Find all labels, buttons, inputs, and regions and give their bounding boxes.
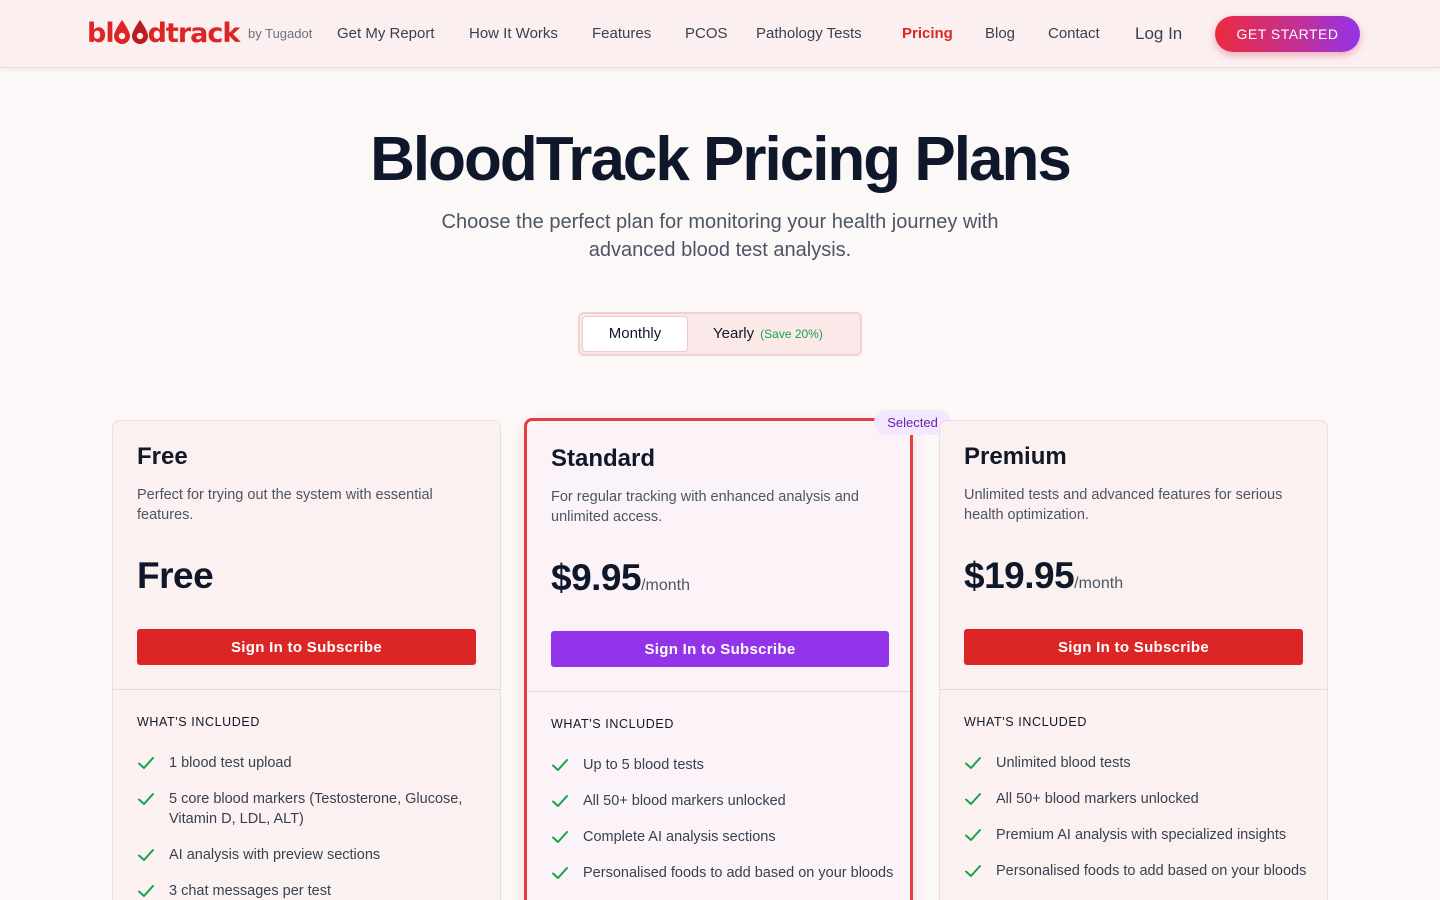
- plan-price: $19.95/month: [964, 555, 1123, 597]
- page-subtitle: Choose the perfect plan for monitoring y…: [441, 211, 999, 261]
- list-item: All 50+ blood markers unlocked: [964, 789, 1309, 809]
- included-heading: WHAT'S INCLUDED: [964, 715, 1087, 729]
- yearly-save-tag: (Save 20%): [760, 327, 823, 341]
- plan-card-premium[interactable]: Premium Unlimited tests and advanced fea…: [939, 420, 1328, 900]
- card-divider: [113, 689, 500, 690]
- feature-list: Unlimited blood tests All 50+ blood mark…: [964, 753, 1309, 897]
- check-icon: [965, 865, 981, 877]
- check-icon: [138, 885, 154, 897]
- nav-link-blog[interactable]: Blog: [985, 25, 1015, 42]
- check-icon: [552, 831, 568, 843]
- check-icon: [138, 757, 154, 769]
- logo-byline: by Tugadot: [248, 26, 313, 41]
- top-navbar: bl dtrack by Tugadot Get My Report How It…: [0, 0, 1440, 68]
- feature-text: Up to 5 blood tests: [583, 757, 704, 773]
- feature-text: Unlimited blood tests: [996, 755, 1131, 771]
- plan-name: Free: [137, 443, 188, 470]
- feature-text: All 50+ blood markers unlocked: [996, 791, 1199, 807]
- feature-text: AI analysis with preview sections: [169, 847, 381, 863]
- nav-link-pathology-tests[interactable]: Pathology Tests: [756, 25, 862, 42]
- get-started-button[interactable]: GET STARTED: [1215, 16, 1360, 52]
- subscribe-button-standard[interactable]: Sign In to Subscribe: [551, 631, 889, 667]
- billing-period-toggle: Monthly Yearly (Save 20%): [578, 312, 862, 356]
- price-period: /month: [641, 577, 691, 594]
- check-icon: [552, 867, 568, 879]
- feature-text: Premium AI analysis with specialized ins…: [996, 827, 1287, 843]
- check-icon: [138, 849, 154, 861]
- logo-wordmark: bl dtrack: [87, 18, 240, 49]
- nav-link-how-it-works[interactable]: How It Works: [469, 25, 558, 42]
- blood-drop-icon: [131, 20, 148, 44]
- feature-text: 3 chat messages per test: [169, 883, 331, 899]
- price-amount: $9.95: [551, 557, 642, 598]
- feature-text: Personalised foods to add based on your …: [583, 865, 894, 881]
- feature-list: 1 blood test upload 5 core blood markers…: [137, 753, 482, 900]
- plan-card-standard[interactable]: Standard For regular tracking with enhan…: [524, 418, 913, 900]
- card-divider: [940, 689, 1327, 690]
- price-amount: $19.95: [964, 555, 1075, 596]
- plan-description: For regular tracking with enhanced analy…: [551, 489, 859, 525]
- list-item: Unlimited blood tests: [964, 753, 1309, 773]
- feature-text: 1 blood test upload: [169, 755, 292, 771]
- list-item: Complete AI analysis sections: [551, 827, 896, 847]
- nav-link-pcos[interactable]: PCOS: [685, 25, 728, 42]
- nav-link-features[interactable]: Features: [592, 25, 651, 42]
- plan-name: Premium: [964, 443, 1067, 470]
- list-item: 5 core blood markers (Testosterone, Gluc…: [137, 789, 482, 829]
- check-icon: [552, 759, 568, 771]
- check-icon: [138, 793, 154, 805]
- feature-text: Personalised foods to add based on your …: [996, 863, 1307, 879]
- list-item: 1 blood test upload: [137, 753, 482, 773]
- feature-text: Complete AI analysis sections: [583, 829, 776, 845]
- included-heading: WHAT'S INCLUDED: [137, 715, 260, 729]
- bloodtrack-logo[interactable]: bl dtrack: [87, 17, 240, 51]
- nav-link-contact[interactable]: Contact: [1048, 25, 1100, 42]
- list-item: AI analysis with preview sections: [137, 845, 482, 865]
- included-heading: WHAT'S INCLUDED: [551, 717, 674, 731]
- blood-drop-icon: [113, 20, 130, 44]
- plan-description: Perfect for trying out the system with e…: [137, 487, 433, 523]
- plan-price: $9.95/month: [551, 557, 690, 599]
- list-item: Personalised foods to add based on your …: [551, 863, 896, 883]
- check-icon: [965, 829, 981, 841]
- plan-description: Unlimited tests and advanced features fo…: [964, 487, 1283, 523]
- check-icon: [965, 793, 981, 805]
- feature-text: 5 core blood markers (Testosterone, Gluc…: [169, 791, 463, 827]
- subscribe-button-premium[interactable]: Sign In to Subscribe: [964, 629, 1303, 665]
- yearly-label: Yearly: [713, 325, 755, 342]
- yearly-toggle-button[interactable]: Yearly (Save 20%): [690, 316, 858, 352]
- nav-link-get-my-report[interactable]: Get My Report: [337, 25, 435, 42]
- price-amount: Free: [137, 555, 214, 596]
- subscribe-button-free[interactable]: Sign In to Subscribe: [137, 629, 476, 665]
- check-icon: [552, 795, 568, 807]
- nav-link-pricing[interactable]: Pricing: [902, 25, 953, 42]
- price-period: /month: [1074, 575, 1124, 592]
- check-icon: [965, 757, 981, 769]
- list-item: Up to 5 blood tests: [551, 755, 896, 775]
- list-item: Personalised foods to add based on your …: [964, 861, 1309, 881]
- plan-name: Standard: [551, 445, 656, 472]
- card-divider: [527, 691, 910, 692]
- list-item: Premium AI analysis with specialized ins…: [964, 825, 1309, 845]
- monthly-toggle-button[interactable]: Monthly: [582, 316, 688, 352]
- login-link[interactable]: Log In: [1135, 24, 1182, 44]
- feature-list: Up to 5 blood tests All 50+ blood marker…: [551, 755, 896, 899]
- list-item: 3 chat messages per test: [137, 881, 482, 900]
- feature-text: All 50+ blood markers unlocked: [583, 793, 786, 809]
- plan-price: Free: [137, 555, 214, 597]
- page-title: BloodTrack Pricing Plans: [370, 125, 1072, 194]
- plan-card-free[interactable]: Free Perfect for trying out the system w…: [112, 420, 501, 900]
- list-item: All 50+ blood markers unlocked: [551, 791, 896, 811]
